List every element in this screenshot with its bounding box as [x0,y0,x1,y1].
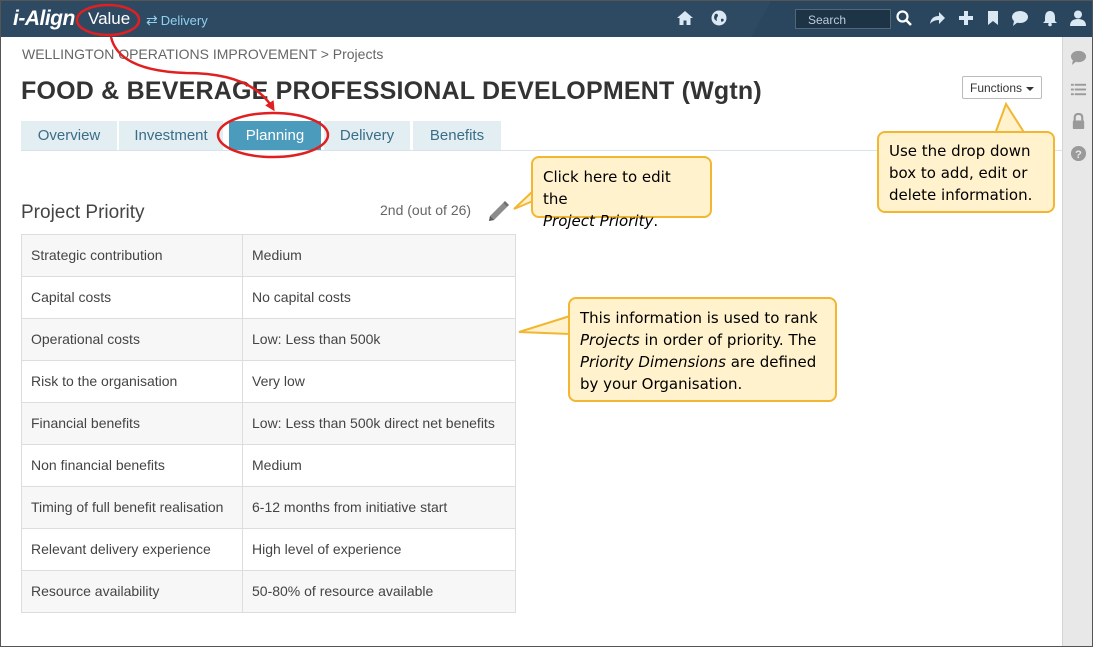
edit-callout: Click here to edit the Project Priority. [531,156,712,230]
value-highlight-circle [75,3,141,37]
planning-highlight-circle [216,111,330,159]
info-callout: This information is used to rank Project… [568,297,837,402]
annotation-overlay [75,3,1026,335]
info-callout-pointer [518,315,571,335]
app-window: i-Align Value ⇄ Delivery Search ? WELLIN… [0,0,1093,647]
functions-callout: Use the drop down box to add, edit or de… [877,131,1055,213]
annotation-arrow [109,36,275,112]
functions-callout-pointer [994,101,1026,135]
